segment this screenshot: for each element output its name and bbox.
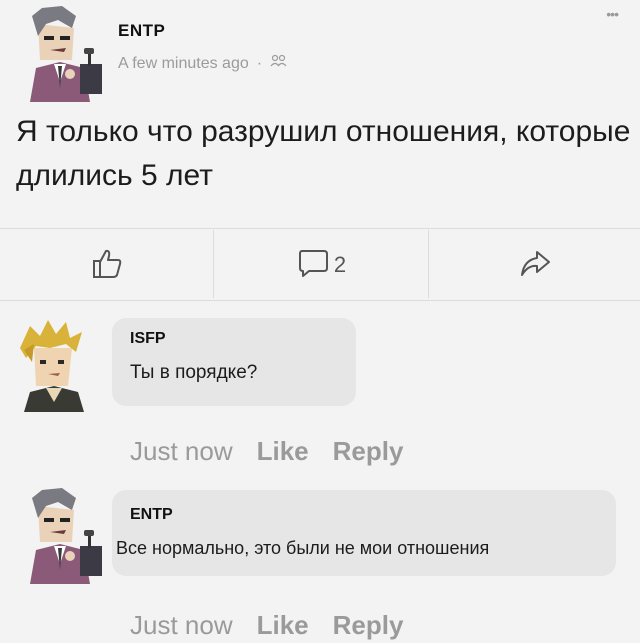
comment-reply-button[interactable]: Reply	[333, 436, 404, 467]
comment-author-name[interactable]: ISFP	[130, 330, 166, 348]
comment-time[interactable]: Just now	[130, 436, 233, 467]
comment-like-button[interactable]: Like	[257, 436, 309, 467]
post-meta: A few minutes ago ·	[118, 54, 288, 73]
share-button[interactable]	[429, 240, 640, 290]
post-time[interactable]: A few minutes ago	[118, 55, 249, 73]
share-icon	[518, 246, 552, 285]
comment-time[interactable]: Just now	[130, 610, 233, 641]
comment-author-avatar[interactable]	[10, 318, 98, 412]
comment-text: Ты в порядке?	[130, 362, 258, 383]
post-text: Я только что разрушил отношения, которые…	[16, 115, 631, 192]
action-bar-bottom-divider	[0, 300, 640, 301]
comment-author-avatar[interactable]	[10, 484, 110, 584]
like-button[interactable]	[0, 240, 213, 290]
comment-reply-button[interactable]: Reply	[333, 610, 404, 641]
action-bar-top-divider	[0, 228, 640, 229]
meta-separator: ·	[256, 54, 263, 72]
friends-icon[interactable]	[270, 54, 288, 73]
comment-button[interactable]: 2	[214, 240, 428, 290]
comment-bubble	[112, 490, 616, 576]
comment-actions: Just now Like Reply	[130, 610, 403, 641]
comment-author-name[interactable]: ENTP	[130, 506, 173, 524]
comment-text: Все нормально, это были не мои отношения	[116, 538, 490, 558]
comment-actions: Just now Like Reply	[130, 436, 403, 467]
comment-count: 2	[333, 252, 347, 277]
comment-icon	[296, 246, 330, 285]
thumbs-up-icon	[90, 246, 124, 285]
post-author-name[interactable]: ENTP	[118, 21, 165, 41]
more-options-icon[interactable]: •••	[606, 6, 619, 22]
comment-like-button[interactable]: Like	[257, 610, 309, 641]
post-author-avatar[interactable]	[10, 2, 110, 102]
